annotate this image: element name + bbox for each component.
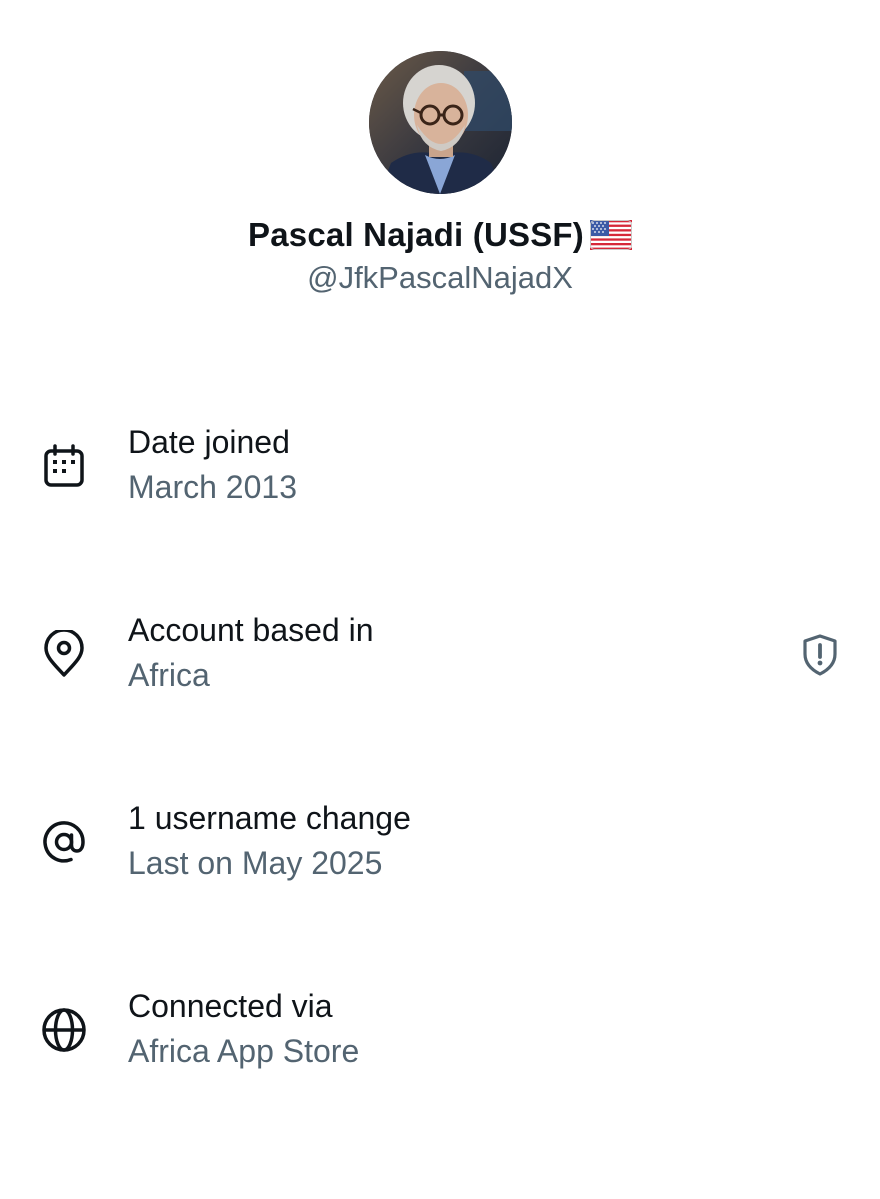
- username-change-value: Last on May 2025: [128, 845, 383, 881]
- account-based-in-label: Account based in: [128, 612, 374, 648]
- avatar[interactable]: [369, 51, 512, 194]
- at-sign-icon: [40, 818, 90, 868]
- display-name: Pascal Najadi (USSF): [248, 216, 584, 253]
- globe-icon: [40, 1006, 90, 1056]
- date-joined-row: Date joined March 2013: [0, 424, 880, 544]
- location-pin-icon: [40, 630, 90, 680]
- user-handle: @JfkPascalNajadX: [307, 260, 573, 295]
- username-change-row: 1 username change Last on May 2025: [0, 800, 880, 920]
- date-joined-value: March 2013: [128, 469, 297, 505]
- connected-via-row: Connected via Africa App Store: [0, 988, 880, 1108]
- us-flag-icon: [589, 220, 632, 250]
- account-based-in-row: Account based in Africa: [0, 612, 880, 732]
- calendar-icon: [40, 442, 90, 492]
- name-row: Pascal Najadi (USSF): [0, 212, 880, 258]
- account-based-in-value: Africa: [128, 657, 210, 693]
- date-joined-label: Date joined: [128, 424, 290, 460]
- profile-header: Pascal Najadi (USSF) @JfkPascalNajadX: [0, 0, 880, 320]
- username-change-label: 1 username change: [128, 800, 411, 836]
- connected-via-label: Connected via: [128, 988, 333, 1024]
- avatar-photo: [369, 51, 512, 194]
- connected-via-value: Africa App Store: [128, 1033, 360, 1069]
- shield-alert-icon[interactable]: [797, 632, 843, 678]
